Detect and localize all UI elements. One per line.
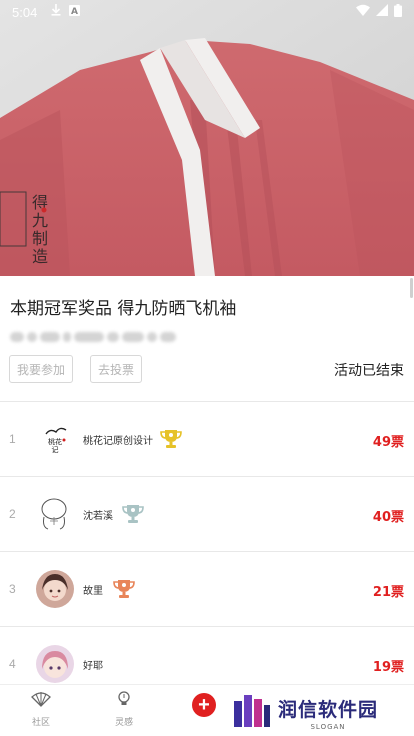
vote-count: 49票 <box>372 435 404 450</box>
svg-text:记: 记 <box>52 446 59 454</box>
avatar[interactable] <box>36 570 74 608</box>
rank-number: 4 <box>9 657 16 671</box>
user-name: 沈若溪 <box>83 511 113 522</box>
svg-text:造: 造 <box>32 247 48 266</box>
vote-button[interactable]: 去投票 <box>90 355 142 383</box>
vote-count: 21票 <box>372 585 404 600</box>
watermark-icon <box>232 693 272 733</box>
vote-count: 19票 <box>372 660 404 675</box>
gold-trophy-icon <box>160 428 182 454</box>
tab-community[interactable]: 社区 <box>21 691 61 728</box>
svg-text:桃花: 桃花 <box>48 437 62 446</box>
join-button[interactable]: 我要参加 <box>9 355 73 383</box>
hero-image: 得 九 制 造 <box>0 0 414 276</box>
avatar[interactable]: 桃花 记 <box>36 420 74 458</box>
tab-community-label: 社区 <box>31 718 50 728</box>
user-name: 桃花记原创设计 <box>83 436 153 447</box>
vote-count: 40票 <box>372 510 404 525</box>
watermark-logo: 润信软件园 SLOGAN <box>232 690 414 736</box>
battery-icon <box>394 3 402 21</box>
letter-a-icon: A <box>69 4 81 20</box>
svg-text:九: 九 <box>32 211 48 230</box>
ranking-row[interactable]: 1 桃花 记 桃花记原创设计 49票 <box>0 402 414 476</box>
activity-status: 活动已结束 <box>334 363 404 379</box>
avatar[interactable] <box>36 645 74 683</box>
svg-text:A: A <box>71 7 78 16</box>
status-bar: 5:04 A <box>0 0 414 24</box>
watermark-text: 润信软件园 <box>278 699 379 721</box>
user-name: 好耶 <box>83 661 103 672</box>
add-post-button[interactable]: + <box>192 693 216 717</box>
tab-inspire[interactable]: 灵感 <box>104 691 144 728</box>
user-name: 故里 <box>83 586 103 597</box>
blurred-subtitle <box>10 326 190 342</box>
fan-icon <box>31 692 51 711</box>
download-icon <box>51 4 61 20</box>
bronze-trophy-icon <box>113 578 135 604</box>
silver-trophy-icon <box>122 503 144 529</box>
ranking-row[interactable]: 3 故里 21票 <box>0 552 414 626</box>
status-time: 5:04 <box>12 4 38 20</box>
svg-text:制: 制 <box>32 229 48 248</box>
tab-inspire-label: 灵感 <box>114 718 133 728</box>
wifi-icon <box>356 4 370 20</box>
watermark-slogan: SLOGAN <box>310 723 346 731</box>
ranking-row[interactable]: 2 沈若溪 40票 <box>0 477 414 551</box>
scroll-indicator[interactable] <box>410 278 413 298</box>
rank-number: 1 <box>9 432 16 446</box>
rank-number: 3 <box>9 582 16 596</box>
activity-title: 本期冠军奖品 得九防晒飞机袖 <box>10 299 237 319</box>
rank-number: 2 <box>9 507 16 521</box>
signal-icon <box>376 4 388 20</box>
avatar[interactable] <box>36 495 74 533</box>
lightbulb-icon <box>117 691 131 711</box>
